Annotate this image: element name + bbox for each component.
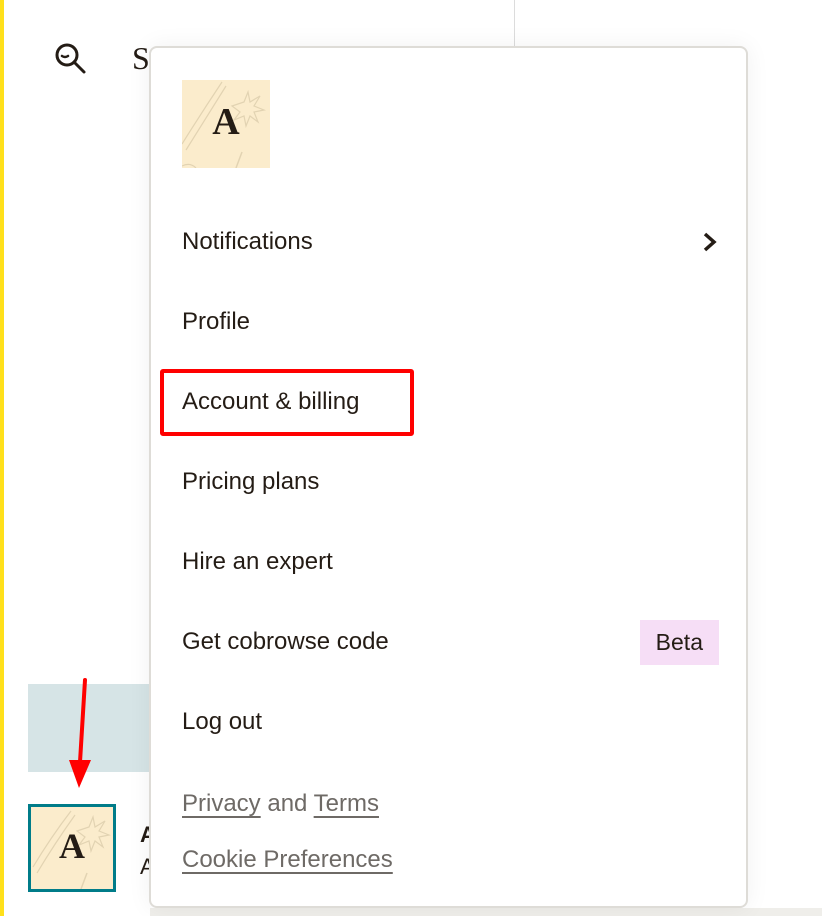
menu-item-cobrowse-code[interactable]: Get cobrowse code Beta — [182, 619, 719, 665]
menu-item-profile[interactable]: Profile — [182, 300, 250, 344]
account-dropdown-menu: A Notifications Profile Account & billin… — [149, 46, 748, 908]
menu-item-label: Hire an expert — [182, 548, 333, 575]
menu-item-label: Account & billing — [182, 388, 360, 415]
chevron-right-icon — [703, 232, 717, 252]
menu-item-label: Profile — [182, 308, 251, 335]
left-accent-bar — [0, 0, 4, 916]
and-text: and — [267, 790, 308, 817]
menu-item-label: Notifications — [182, 228, 313, 255]
bottom-strip — [150, 908, 822, 916]
account-avatar-button[interactable]: A — [28, 804, 116, 892]
avatar-initial: A — [212, 101, 240, 143]
menu-item-label: Log out — [182, 708, 263, 735]
legal-links: Privacy and Terms — [182, 790, 379, 818]
privacy-link[interactable]: Privacy — [182, 790, 261, 817]
menu-item-log-out[interactable]: Log out — [182, 700, 262, 744]
avatar-initial: A — [59, 826, 85, 866]
search-label: S — [132, 40, 150, 76]
menu-item-hire-expert[interactable]: Hire an expert — [182, 540, 333, 584]
menu-item-label: Get cobrowse code — [182, 628, 389, 655]
cookie-preferences-link[interactable]: Cookie Preferences — [182, 846, 393, 873]
cookie-preferences: Cookie Preferences — [182, 846, 393, 874]
menu-item-label: Pricing plans — [182, 468, 320, 495]
terms-link[interactable]: Terms — [314, 790, 379, 817]
menu-item-account-billing[interactable]: Account & billing — [182, 380, 359, 424]
menu-item-notifications[interactable]: Notifications — [182, 220, 719, 264]
annotation-arrow-icon — [69, 678, 91, 788]
beta-badge: Beta — [639, 619, 719, 665]
search-nav-item[interactable]: S — [52, 40, 150, 76]
dropdown-avatar: A — [182, 80, 270, 168]
search-icon — [55, 43, 86, 74]
menu-item-pricing-plans[interactable]: Pricing plans — [182, 460, 319, 504]
